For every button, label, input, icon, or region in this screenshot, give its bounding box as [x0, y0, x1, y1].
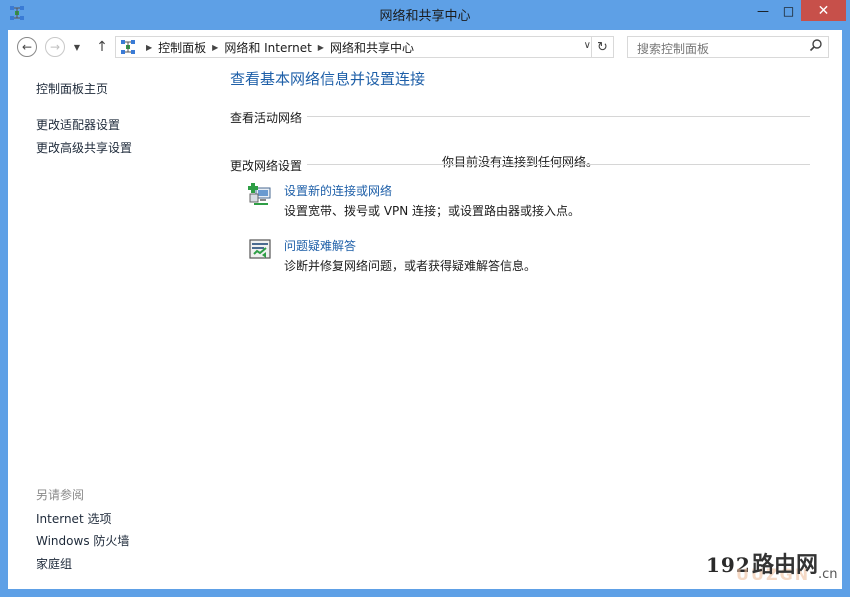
see-also-heading: 另请参阅	[36, 488, 85, 502]
troubleshoot-icon[interactable]	[248, 237, 274, 263]
back-button[interactable]: ←	[17, 37, 37, 57]
navigation-bar: ← → ▼ ↑ ▶ 控制面板 ▶ 网络和 Internet ▶ 网络和共享中心 …	[8, 30, 842, 64]
troubleshoot-link[interactable]: 问题疑难解答	[284, 237, 356, 254]
sidebar-item-windows-firewall[interactable]: Windows 防火墙	[36, 532, 129, 549]
search-icon[interactable]	[809, 38, 823, 54]
breadcrumb-separator[interactable]: ▶	[318, 43, 324, 52]
active-networks-section: 查看活动网络	[230, 109, 810, 126]
search-placeholder[interactable]: 搜索控制面板	[637, 42, 709, 56]
sidebar-item-internet-options[interactable]: Internet 选项	[36, 510, 111, 527]
watermark-domain: .cn	[818, 567, 838, 582]
task-setup-connection: 设置新的连接或网络 设置宽带、拨号或 VPN 连接；或设置路由器或接入点。	[248, 182, 768, 222]
address-bar[interactable]: ▶ 控制面板 ▶ 网络和 Internet ▶ 网络和共享中心 ∨ ↻	[115, 36, 614, 58]
breadcrumb-separator[interactable]: ▶	[212, 43, 218, 52]
search-box[interactable]: 搜索控制面板	[627, 36, 829, 58]
up-button[interactable]: ↑	[92, 37, 112, 57]
minimize-button[interactable]: —	[750, 0, 776, 21]
sidebar-item-advanced-sharing-settings[interactable]: 更改高级共享设置	[36, 139, 132, 156]
change-settings-label: 更改网络设置	[230, 157, 308, 174]
refresh-button[interactable]: ↻	[591, 37, 613, 57]
page-title: 查看基本网络信息并设置连接	[230, 70, 426, 88]
watermark-text: 路由网	[752, 553, 819, 578]
breadcrumb-network-sharing-center[interactable]: 网络和共享中心	[330, 39, 414, 56]
close-button[interactable]: ✕	[801, 0, 846, 21]
sidebar-item-homegroup[interactable]: 家庭组	[36, 555, 72, 572]
section-divider	[230, 164, 810, 165]
sidebar-item-control-panel-home[interactable]: 控制面板主页	[36, 80, 108, 97]
window: 网络和共享中心 — □ ✕ ← → ▼ ↑ ▶ 控制面板 ▶ 网络和 Inter…	[0, 0, 850, 597]
title-bar[interactable]: 网络和共享中心 — □ ✕	[0, 0, 850, 28]
network-center-icon	[121, 40, 135, 54]
breadcrumb-control-panel[interactable]: 控制面板	[158, 39, 206, 56]
setup-connection-link[interactable]: 设置新的连接或网络	[284, 182, 392, 199]
change-settings-section: 更改网络设置	[230, 157, 810, 174]
sidebar-item-change-adapter-settings[interactable]: 更改适配器设置	[36, 116, 120, 133]
forward-button[interactable]: →	[45, 37, 65, 57]
maximize-button[interactable]: □	[776, 0, 801, 21]
breadcrumb-network-internet[interactable]: 网络和 Internet	[224, 39, 311, 56]
site-watermark: 192 UUZGN 路由网 .cn	[700, 545, 840, 589]
client-area: ← → ▼ ↑ ▶ 控制面板 ▶ 网络和 Internet ▶ 网络和共享中心 …	[8, 30, 842, 589]
network-setup-icon[interactable]	[248, 182, 274, 208]
task-troubleshoot: 问题疑难解答 诊断并修复网络问题，或者获得疑难解答信息。	[248, 237, 768, 277]
troubleshoot-description: 诊断并修复网络问题，或者获得疑难解答信息。	[284, 259, 537, 273]
section-divider	[230, 116, 810, 117]
setup-connection-description: 设置宽带、拨号或 VPN 连接；或设置路由器或接入点。	[284, 204, 581, 218]
breadcrumb-separator[interactable]: ▶	[146, 43, 152, 52]
window-title: 网络和共享中心	[379, 9, 471, 24]
address-dropdown-button[interactable]: ∨	[584, 40, 591, 51]
recent-locations-button[interactable]: ▼	[70, 37, 84, 57]
active-networks-label: 查看活动网络	[230, 109, 308, 126]
